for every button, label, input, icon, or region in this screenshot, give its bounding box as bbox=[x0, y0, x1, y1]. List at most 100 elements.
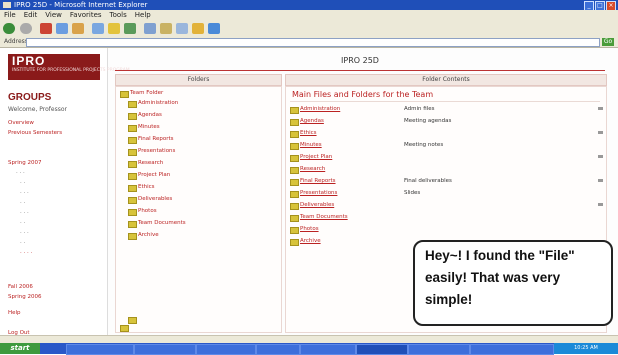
taskbar-item[interactable] bbox=[300, 344, 356, 355]
row-link[interactable]: Deliverables bbox=[300, 202, 334, 208]
title-bar: IPRO 25D - Microsoft Internet Explorer _… bbox=[0, 0, 618, 11]
menu-favorites[interactable]: Favorites bbox=[70, 11, 102, 19]
tree-item[interactable]: Project Plan bbox=[138, 172, 170, 178]
row-link[interactable]: Research bbox=[300, 166, 325, 172]
row-menu-icon[interactable] bbox=[598, 203, 603, 206]
tree-item[interactable]: Agendas bbox=[138, 112, 162, 118]
address-label: Address bbox=[4, 38, 28, 45]
back-icon[interactable] bbox=[3, 23, 15, 34]
sidebar-subitem[interactable]: · · bbox=[20, 220, 25, 226]
window-title: IPRO 25D - Microsoft Internet Explorer bbox=[14, 1, 148, 9]
edit-icon[interactable] bbox=[192, 23, 204, 34]
taskbar: start 10:25 AM bbox=[0, 343, 618, 355]
folder-icon bbox=[290, 119, 299, 126]
row-link[interactable]: Team Documents bbox=[300, 214, 348, 220]
sidebar-item-help[interactable]: Help bbox=[8, 310, 21, 316]
tree-item[interactable]: Minutes bbox=[138, 124, 160, 130]
home-icon[interactable] bbox=[72, 23, 84, 34]
history-icon[interactable] bbox=[144, 23, 156, 34]
messenger-icon[interactable] bbox=[208, 23, 220, 34]
row-link[interactable]: Archive bbox=[300, 238, 321, 244]
row-link[interactable]: Project Plan bbox=[300, 154, 332, 160]
taskbar-item[interactable] bbox=[470, 344, 554, 355]
forward-icon[interactable] bbox=[20, 23, 32, 34]
tree-item[interactable]: Final Reports bbox=[138, 136, 174, 142]
taskbar-item-active[interactable] bbox=[356, 344, 408, 355]
row-menu-icon[interactable] bbox=[598, 179, 603, 182]
tree-item[interactable]: Research bbox=[138, 160, 163, 166]
start-button[interactable]: start bbox=[0, 343, 40, 354]
tree-item[interactable]: Photos bbox=[138, 208, 157, 214]
row-link[interactable]: Ethics bbox=[300, 130, 317, 136]
taskbar-item[interactable] bbox=[134, 344, 196, 355]
browser-icon bbox=[3, 2, 11, 8]
folder-icon bbox=[290, 143, 299, 150]
menu-view[interactable]: View bbox=[45, 11, 62, 19]
address-field[interactable] bbox=[26, 38, 600, 47]
folder-icon bbox=[290, 215, 299, 222]
taskbar-item[interactable] bbox=[408, 344, 470, 355]
print-icon[interactable] bbox=[176, 23, 188, 34]
taskbar-item[interactable] bbox=[196, 344, 256, 355]
row-menu-icon[interactable] bbox=[598, 131, 603, 134]
sidebar-item-spring-2007[interactable]: Spring 2007 bbox=[8, 160, 42, 166]
row-menu-icon[interactable] bbox=[598, 107, 603, 110]
folder-icon bbox=[120, 91, 129, 98]
callout-text: Hey~! I found the "File" easily! That wa… bbox=[425, 248, 575, 307]
tree-item[interactable]: Team Documents bbox=[138, 220, 186, 226]
folder-icon bbox=[290, 155, 299, 162]
tree-item[interactable]: Archive bbox=[138, 232, 159, 238]
sidebar-subitem[interactable]: · · · bbox=[16, 170, 25, 176]
row-menu-icon[interactable] bbox=[598, 155, 603, 158]
tree-item[interactable]: Presentations bbox=[138, 148, 175, 154]
row-link[interactable]: Photos bbox=[300, 226, 319, 232]
sidebar-subitem[interactable]: · · · bbox=[20, 210, 29, 216]
row-link[interactable]: Presentations bbox=[300, 190, 337, 196]
menu-tools[interactable]: Tools bbox=[110, 11, 127, 19]
contents-header: Folder Contents bbox=[285, 74, 607, 86]
row-link[interactable]: Administration bbox=[300, 106, 340, 112]
mail-icon[interactable] bbox=[160, 23, 172, 34]
sidebar-item-overview[interactable]: Overview bbox=[8, 120, 34, 126]
folder-icon bbox=[290, 203, 299, 210]
address-bar: Address Go bbox=[0, 37, 618, 48]
sidebar-subitem[interactable]: · · · bbox=[20, 190, 29, 196]
sidebar-subitem[interactable]: · · bbox=[20, 180, 25, 186]
sidebar-item-previous[interactable]: Previous Semesters bbox=[8, 130, 62, 136]
sidebar-item-spring-2006[interactable]: Spring 2006 bbox=[8, 294, 42, 300]
sidebar: IPRO INSTITUTE FOR PROFESSIONAL PROJECTS… bbox=[0, 48, 130, 343]
sidebar-subitem[interactable]: · · bbox=[20, 200, 25, 206]
sidebar-subitem[interactable]: · · · · bbox=[20, 250, 32, 256]
toolbar bbox=[0, 20, 618, 38]
page-title: IPRO 25D bbox=[341, 56, 379, 65]
tree-item[interactable]: Deliverables bbox=[138, 196, 172, 202]
system-tray: 10:25 AM bbox=[554, 343, 618, 354]
tree-item[interactable]: Administration bbox=[138, 100, 178, 106]
row-link[interactable]: Final Reports bbox=[300, 178, 336, 184]
menu-file[interactable]: File bbox=[4, 11, 16, 19]
refresh-icon[interactable] bbox=[56, 23, 68, 34]
welcome-text: Welcome, Professor bbox=[8, 106, 67, 113]
menu-help[interactable]: Help bbox=[135, 11, 151, 19]
row-description: Meeting notes bbox=[404, 142, 444, 148]
sidebar-subitem[interactable]: · · bbox=[20, 240, 25, 246]
favorites-icon[interactable] bbox=[108, 23, 120, 34]
folder-icon bbox=[128, 185, 137, 192]
sidebar-subitem[interactable]: · · · bbox=[20, 230, 29, 236]
ipro-logo[interactable]: IPRO INSTITUTE FOR PROFESSIONAL PROJECTS… bbox=[8, 54, 130, 80]
taskbar-item[interactable] bbox=[66, 344, 134, 355]
tree-item[interactable]: Team Folder bbox=[130, 90, 163, 96]
groups-heading: GROUPS bbox=[8, 92, 52, 103]
stop-icon[interactable] bbox=[40, 23, 52, 34]
media-icon[interactable] bbox=[124, 23, 136, 34]
row-link[interactable]: Agendas bbox=[300, 118, 324, 124]
menu-edit[interactable]: Edit bbox=[24, 11, 38, 19]
folder-icon bbox=[290, 167, 299, 174]
row-link[interactable]: Minutes bbox=[300, 142, 322, 148]
search-icon[interactable] bbox=[92, 23, 104, 34]
sidebar-item-fall-2006[interactable]: Fall 2006 bbox=[8, 284, 33, 290]
folder-icon bbox=[128, 125, 137, 132]
taskbar-item[interactable] bbox=[256, 344, 300, 355]
tree-item[interactable]: Ethics bbox=[138, 184, 155, 190]
go-button[interactable]: Go bbox=[602, 38, 614, 46]
